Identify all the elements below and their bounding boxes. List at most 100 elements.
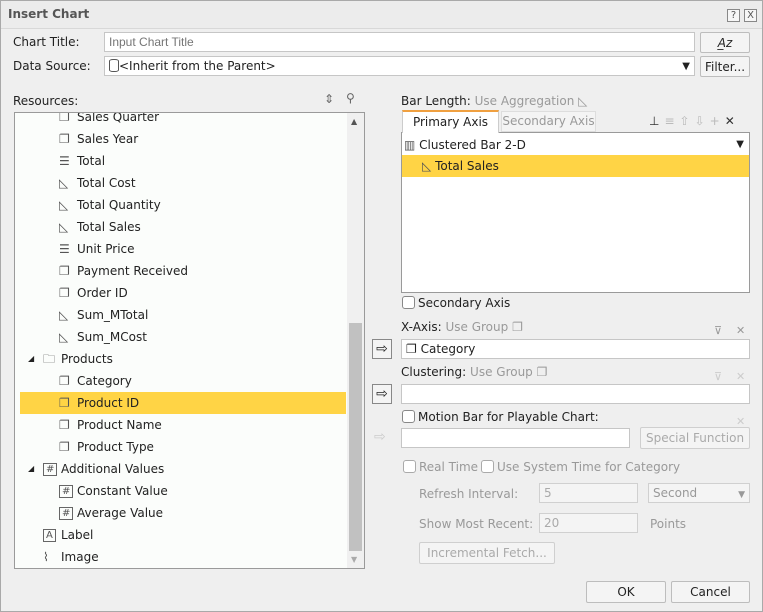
show-most-recent-label: Show Most Recent: [419, 517, 534, 531]
tree-item-label: Product ID [77, 396, 140, 410]
motion-arrow-icon[interactable]: ⇨ [374, 429, 386, 445]
special-function-button[interactable]: Special Function [640, 427, 750, 449]
sort-filter-icon[interactable]: ⊽ [714, 370, 722, 383]
tree-item[interactable]: ❐ Order ID [20, 282, 346, 304]
search-icon[interactable]: ⚲ [346, 91, 355, 105]
tree-item[interactable]: ❐ Payment Received [20, 260, 346, 282]
add-icon[interactable]: + [710, 114, 725, 128]
font-format-button[interactable]: A̲z [700, 32, 750, 53]
tree-item[interactable]: ◢ 🗀 Products [20, 348, 346, 370]
help-button[interactable]: ? [727, 9, 740, 22]
tree-item[interactable]: ❐ Sales Quarter [20, 112, 346, 128]
chart-title-input[interactable] [104, 32, 695, 52]
tree-item-label: Constant Value [77, 484, 168, 498]
add-chart-icon[interactable]: ⊥ [649, 114, 664, 128]
secondary-axis-checkbox[interactable]: Secondary Axis [402, 296, 510, 310]
clustering-field[interactable] [401, 384, 750, 404]
chart-type-select[interactable]: ▥ Clustered Bar 2-D ▼ [404, 135, 747, 155]
real-time-checkbox[interactable]: Real Time [403, 460, 478, 474]
scroll-up-icon[interactable]: ▲ [351, 117, 357, 126]
list-icon[interactable]: ≡ [664, 114, 679, 128]
tree-item[interactable]: ❐ Sales Year [20, 128, 346, 150]
tree-item[interactable]: ◺ Sum_MCost [20, 326, 346, 348]
tree-item-label: Sales Year [77, 132, 139, 146]
aggregation-icon: ◺ [59, 308, 69, 322]
tab-primary-axis[interactable]: Primary Axis [402, 110, 499, 133]
tree-item[interactable]: ◺ Total Cost [20, 172, 346, 194]
x-axis-field[interactable]: ❐ Category [401, 339, 750, 359]
tree-item-label: Payment Received [77, 264, 188, 278]
aggregation-icon: ◺ [59, 330, 69, 344]
move-down-icon[interactable]: ⇩ [695, 114, 710, 128]
move-up-icon[interactable]: ⇧ [680, 114, 695, 128]
remove-icon[interactable]: ✕ [736, 324, 745, 337]
cancel-button[interactable]: Cancel [671, 581, 750, 603]
tree-item[interactable]: ❐ Product Name [20, 414, 346, 436]
x-axis-label: X-Axis: Use Group ❐ [401, 320, 523, 334]
use-system-time-checkbox[interactable]: Use System Time for Category [481, 460, 680, 474]
tree-item-label: Average Value [77, 506, 164, 520]
bar-length-label: Bar Length: Use Aggregation ◺ [401, 94, 588, 108]
tree-item-label: Additional Values [61, 462, 165, 476]
incremental-fetch-button[interactable]: Incremental Fetch... [419, 542, 555, 564]
measures-box: ▥ Clustered Bar 2-D ▼ ◺ Total Sales [401, 132, 750, 293]
tree-item[interactable]: ⌇ Image [20, 546, 346, 568]
motion-bar-checkbox[interactable]: Motion Bar for Playable Chart: [402, 410, 599, 424]
tree-item[interactable]: ❐ Product ID [20, 392, 346, 414]
refresh-unit-select[interactable]: Second ▼ [648, 483, 750, 503]
aggregation-icon: ◺ [59, 220, 69, 234]
resources-label: Resources: [13, 94, 79, 108]
refresh-interval-input[interactable]: 5 [539, 483, 638, 503]
tree-item[interactable]: ☰ Unit Price [20, 238, 346, 260]
tree-item[interactable]: ◺ Total Quantity [20, 194, 346, 216]
scroll-down-icon[interactable]: ▼ [351, 555, 357, 564]
show-most-recent-input[interactable]: 20 [539, 513, 638, 533]
detail-icon: ☰ [59, 242, 70, 256]
image-icon: ⌇ [43, 550, 49, 564]
sort-icon[interactable]: ⇕ [324, 92, 334, 106]
data-source-select[interactable]: <Inherit from the Parent> ▼ [104, 56, 695, 76]
folder-icon: 🗀 [43, 352, 56, 366]
tree-item-label: Unit Price [77, 242, 135, 256]
motion-bar-field[interactable] [401, 428, 630, 448]
remove-icon[interactable]: ✕ [736, 370, 745, 383]
tree-item-label: Total Quantity [77, 198, 161, 212]
measure-item[interactable]: ◺ Total Sales [402, 155, 749, 177]
refresh-interval-label: Refresh Interval: [419, 487, 519, 501]
bar-length-value[interactable]: Use Aggregation [475, 94, 575, 108]
bar-chart-icon: ▥ [404, 138, 416, 152]
delete-icon[interactable]: ✕ [725, 114, 740, 128]
scrollbar-thumb[interactable] [349, 323, 362, 551]
tree-item[interactable]: ☰ Total [20, 150, 346, 172]
expand-arrow-icon[interactable]: ◢ [28, 458, 34, 480]
close-button[interactable]: X [744, 9, 757, 22]
sort-filter-icon[interactable]: ⊽ [714, 324, 722, 337]
label-icon: A [43, 529, 56, 542]
tree-item[interactable]: # Constant Value [20, 480, 346, 502]
chevron-down-icon: ▼ [736, 139, 744, 150]
tab-secondary-axis[interactable]: Secondary Axis [501, 111, 596, 132]
tree-item-label: Sales Quarter [77, 112, 160, 124]
ok-button[interactable]: OK [586, 581, 666, 603]
tree-item-label: Sum_MTotal [77, 308, 149, 322]
aggregation-icon: ◺ [578, 94, 588, 108]
tree-item-label: Product Name [77, 418, 162, 432]
tree-item[interactable]: ❐ Product Type [20, 436, 346, 458]
chart-title-label: Chart Title: [13, 35, 80, 49]
add-x-axis-arrow-button[interactable]: ⇨ [372, 339, 392, 359]
tree-item[interactable]: ◺ Total Sales [20, 216, 346, 238]
tree-item-label: Total Sales [77, 220, 141, 234]
tree-item[interactable]: # Average Value [20, 502, 346, 524]
hash-icon: # [43, 463, 58, 476]
tree-item[interactable]: ◢ # Additional Values [20, 458, 346, 480]
tree-scrollbar[interactable]: ▲ ▼ [347, 113, 364, 568]
add-clustering-arrow-button[interactable]: ⇨ [372, 384, 392, 404]
tree-item[interactable]: ❐ Category [20, 370, 346, 392]
tree-item[interactable]: A Label [20, 524, 346, 546]
group-icon: ❐ [59, 418, 70, 432]
expand-arrow-icon[interactable]: ◢ [28, 348, 34, 370]
tree-item[interactable]: ◺ Sum_MTotal [20, 304, 346, 326]
filter-button[interactable]: Filter... [700, 56, 750, 77]
hash-icon: # [59, 507, 74, 520]
database-icon [109, 59, 119, 72]
